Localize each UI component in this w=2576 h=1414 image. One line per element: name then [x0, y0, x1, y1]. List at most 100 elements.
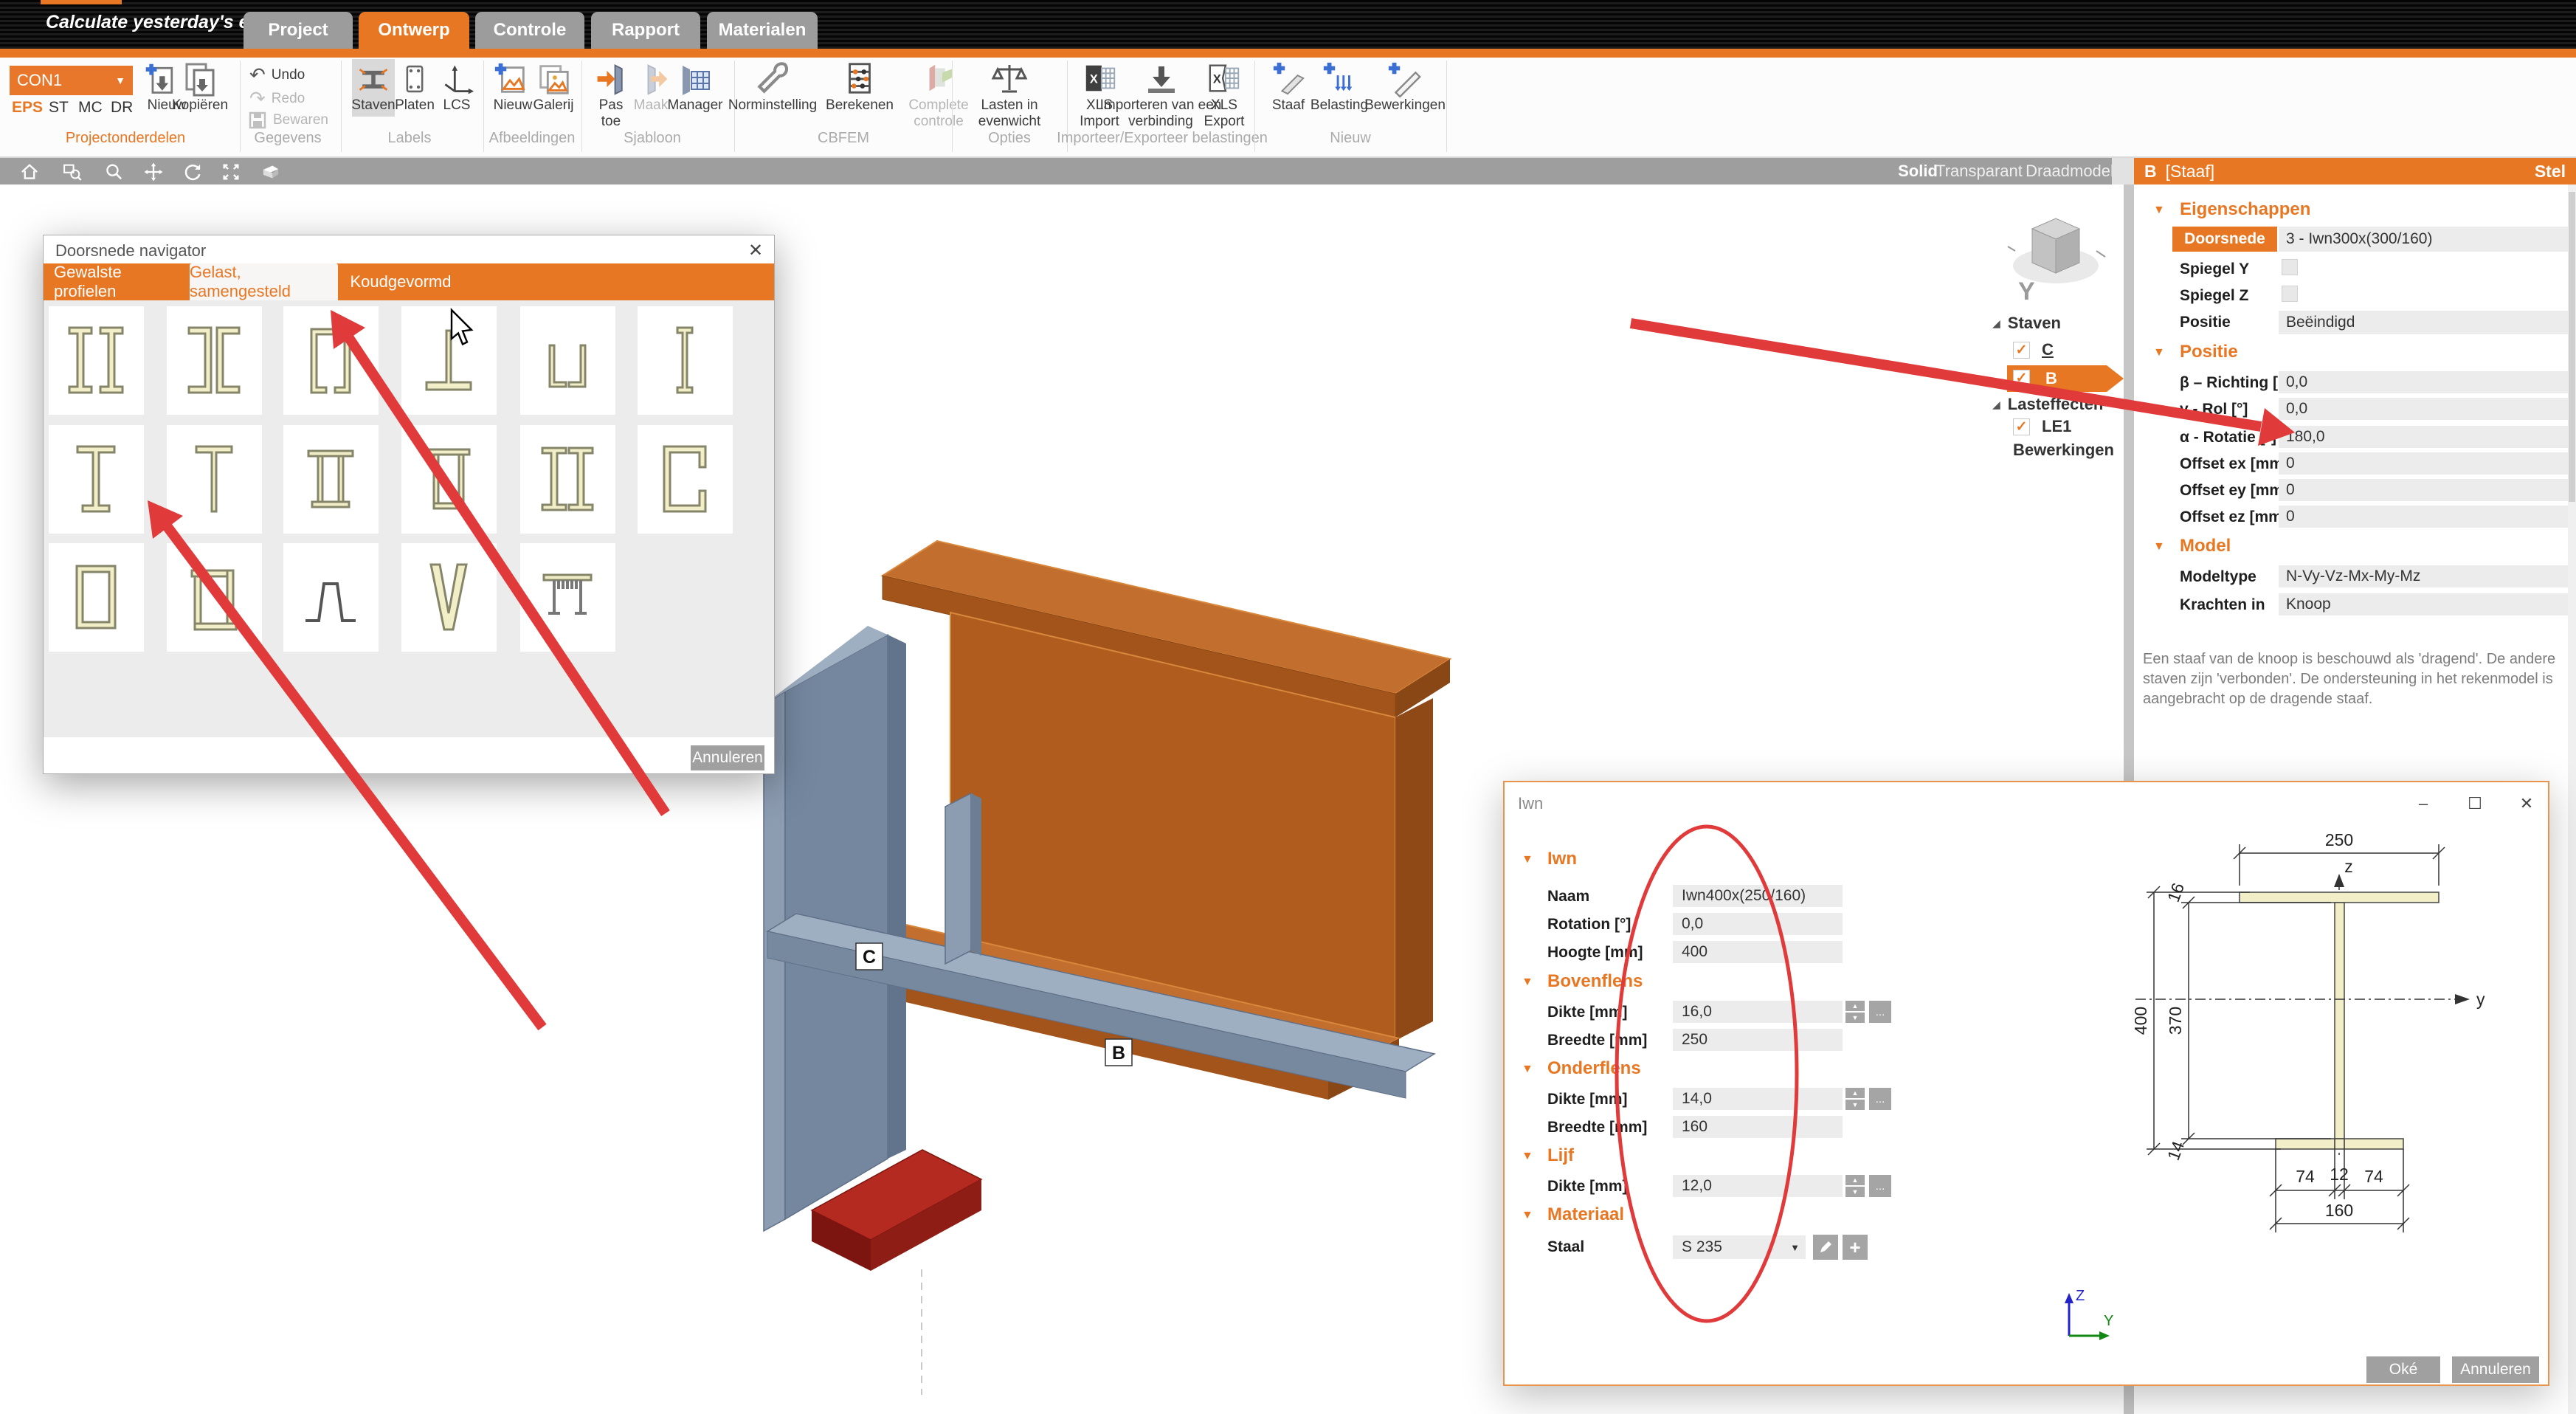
xls-export-button[interactable]: X XLS Export [1206, 59, 1254, 130]
tab-gewalste-profielen[interactable]: Gewalste profielen [54, 263, 188, 300]
doorsnede-label-cell[interactable]: Doorsnede [2172, 227, 2277, 252]
bf-breedte-value[interactable]: 160 [1673, 1116, 1843, 1138]
modeltype-value[interactable]: N-Vy-Vz-Mx-My-Mz [2279, 565, 2576, 587]
calculate-button[interactable]: Berekenen [841, 59, 900, 114]
tf-dikte-stepper[interactable]: ▲▼ [1845, 1001, 1865, 1023]
column-label[interactable]: C [856, 943, 883, 970]
profile-card-tee-inverted[interactable] [401, 306, 497, 415]
profile-card-tee[interactable] [167, 425, 262, 534]
naam-value[interactable]: Iwn400x(250/160) [1673, 885, 1843, 907]
lcs-labels-button[interactable]: LCS [440, 61, 475, 114]
view-cube[interactable]: Y [2000, 207, 2111, 306]
spiegel-y-checkbox[interactable] [2282, 259, 2298, 275]
checkbox-checked[interactable]: ✓ [2013, 342, 2030, 359]
tf-dikte-more-button[interactable]: ... [1869, 1001, 1891, 1023]
collapse-triangle-icon[interactable]: ▼ [1522, 1150, 1533, 1163]
collapse-triangle-icon[interactable]: ▼ [2153, 540, 2165, 553]
mode-dr[interactable]: DR [111, 99, 133, 117]
gamma-value[interactable]: 0,0 [2279, 398, 2576, 420]
tab-project[interactable]: Project [244, 12, 353, 49]
offset-ez-value[interactable]: 0 [2279, 506, 2576, 528]
home-icon[interactable] [19, 162, 40, 182]
tab-controle[interactable]: Controle [475, 12, 584, 49]
profile-card-box-girder-2[interactable] [401, 425, 497, 534]
add-material-button[interactable]: + [1843, 1235, 1868, 1260]
undo-button[interactable]: ↶ Undo [249, 63, 305, 86]
edit-material-button[interactable] [1813, 1235, 1838, 1260]
spin-up-icon[interactable]: ▲ [1845, 1175, 1865, 1185]
collapse-triangle-icon[interactable]: ▼ [2153, 346, 2165, 359]
mode-eps[interactable]: EPS [12, 99, 43, 117]
bf-dikte-more-button[interactable]: ... [1869, 1088, 1891, 1110]
tf-breedte-value[interactable]: 250 [1673, 1029, 1843, 1051]
view-mode-draadmodel[interactable]: Draadmodel [2025, 158, 2115, 184]
tab-koudgevormd[interactable]: Koudgevormd [342, 263, 460, 300]
collapse-triangle-icon[interactable]: ▼ [2153, 204, 2165, 217]
collapse-triangle-icon[interactable]: ▼ [1522, 853, 1533, 866]
profile-card-channels-box[interactable] [283, 306, 379, 415]
solid-view-icon[interactable] [260, 162, 282, 182]
zoom-fit-icon[interactable] [221, 162, 241, 182]
doorsnede-value[interactable]: 3 - Iwn300x(300/160) [2279, 227, 2576, 252]
view-mode-transparant[interactable]: Transparant [1938, 158, 2020, 184]
tree-group-lasteffecten[interactable]: ◢ Lasteffecten [1992, 395, 2103, 414]
checkbox-checked[interactable]: ✓ [2013, 418, 2030, 435]
tree-group-staven[interactable]: ◢ Staven [1992, 314, 2061, 333]
spin-down-icon[interactable]: ▼ [1845, 1187, 1865, 1197]
profile-card-box-girder[interactable] [283, 425, 379, 534]
profile-card-double-i[interactable] [49, 306, 144, 415]
cancel-button[interactable]: Annuleren [691, 745, 764, 770]
profile-card-angles[interactable] [520, 306, 615, 415]
gallery-button[interactable]: Galerij [535, 61, 579, 114]
profile-card-vee[interactable] [401, 543, 497, 652]
connection-selector[interactable]: CON1▼ [10, 66, 133, 95]
profile-card-rail[interactable] [520, 543, 615, 652]
copy-project-item-button[interactable]: Kopiëren [180, 61, 233, 114]
code-setup-button[interactable]: Norminstelling [753, 59, 828, 114]
tab-gelast-samengesteld[interactable]: Gelast, samengesteld [190, 263, 338, 300]
panel-scrollbar-thumb[interactable] [2569, 192, 2575, 502]
tree-group-bewerkingen[interactable]: Bewerkingen [2013, 441, 2114, 460]
mode-st[interactable]: ST [49, 99, 69, 117]
save-button[interactable]: Bewaren [248, 111, 328, 130]
web-dikte-more-button[interactable]: ... [1869, 1175, 1891, 1197]
profile-card-channels-out[interactable] [167, 306, 262, 415]
rotate-icon[interactable] [182, 162, 203, 182]
loads-in-equilibrium-button[interactable]: Lasten in evenwicht [990, 59, 1046, 130]
rotation-value[interactable]: 0,0 [1673, 913, 1843, 935]
profile-card-i-narrow[interactable] [638, 306, 733, 415]
collapse-triangle-icon[interactable]: ▼ [1522, 976, 1533, 989]
web-dikte-stepper[interactable]: ▲▼ [1845, 1175, 1865, 1197]
new-operations-button[interactable]: Bewerkingen [1386, 59, 1449, 114]
spin-down-icon[interactable]: ▼ [1845, 1013, 1865, 1023]
bf-dikte-value[interactable]: 14,0 [1673, 1088, 1843, 1110]
collapse-triangle-icon[interactable]: ▼ [1522, 1209, 1533, 1222]
pan-icon[interactable] [143, 162, 164, 182]
profile-card-hat[interactable] [283, 543, 379, 652]
bf-dikte-stepper[interactable]: ▲▼ [1845, 1088, 1865, 1110]
offset-ey-value[interactable]: 0 [2279, 479, 2576, 501]
tab-ontwerp[interactable]: Ontwerp [359, 12, 469, 49]
ok-button[interactable]: Oké [2366, 1356, 2440, 1383]
spin-up-icon[interactable]: ▲ [1845, 1088, 1865, 1098]
hoogte-value[interactable]: 400 [1673, 941, 1843, 963]
spiegel-z-checkbox[interactable] [2282, 286, 2298, 302]
close-icon[interactable]: ✕ [746, 240, 765, 259]
beta-value[interactable]: 0,0 [2279, 371, 2576, 393]
zoom-window-icon[interactable] [62, 162, 83, 182]
alpha-value[interactable]: 180,0 [2279, 426, 2576, 448]
tf-dikte-value[interactable]: 16,0 [1673, 1001, 1843, 1023]
checkbox-checked[interactable]: ✓ [2013, 370, 2030, 387]
template-apply-button[interactable]: Pas toe [593, 61, 629, 130]
redo-button[interactable]: ↷ Redo [249, 87, 305, 110]
profile-card-i-asym[interactable] [49, 425, 144, 534]
spin-up-icon[interactable]: ▲ [1845, 1001, 1865, 1011]
staven-labels-button[interactable]: Staven [356, 61, 397, 114]
profile-card-welded-box[interactable] [49, 543, 144, 652]
spin-down-icon[interactable]: ▼ [1845, 1100, 1865, 1110]
positie-value[interactable]: Beëindigd [2279, 311, 2576, 334]
collapse-triangle-icon[interactable]: ▼ [1522, 1063, 1533, 1076]
profile-card-box-offset[interactable] [167, 543, 262, 652]
offset-ex-value[interactable]: 0 [2279, 452, 2576, 475]
profile-card-double-i-touching[interactable] [520, 425, 615, 534]
